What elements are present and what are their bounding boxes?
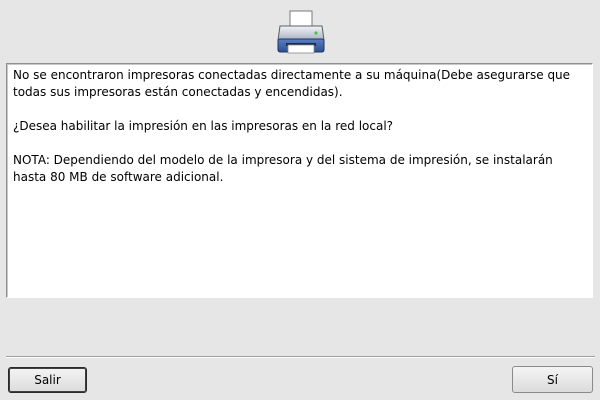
yes-button[interactable]: Sí [512, 366, 593, 393]
message-paragraph-no-printers: No se encontraron impresoras conectadas … [13, 68, 574, 99]
message-paragraph-note: NOTA: Dependiendo del modelo de la impre… [13, 153, 557, 184]
dialog-window: No se encontraron impresoras conectadas … [0, 0, 600, 400]
button-separator [6, 356, 595, 358]
message-text-area: No se encontraron impresoras conectadas … [6, 63, 593, 298]
printer-icon [276, 10, 326, 56]
exit-button[interactable]: Salir [8, 367, 87, 393]
message-paragraph-question: ¿Desea habilitar la impresión en las imp… [13, 119, 394, 133]
